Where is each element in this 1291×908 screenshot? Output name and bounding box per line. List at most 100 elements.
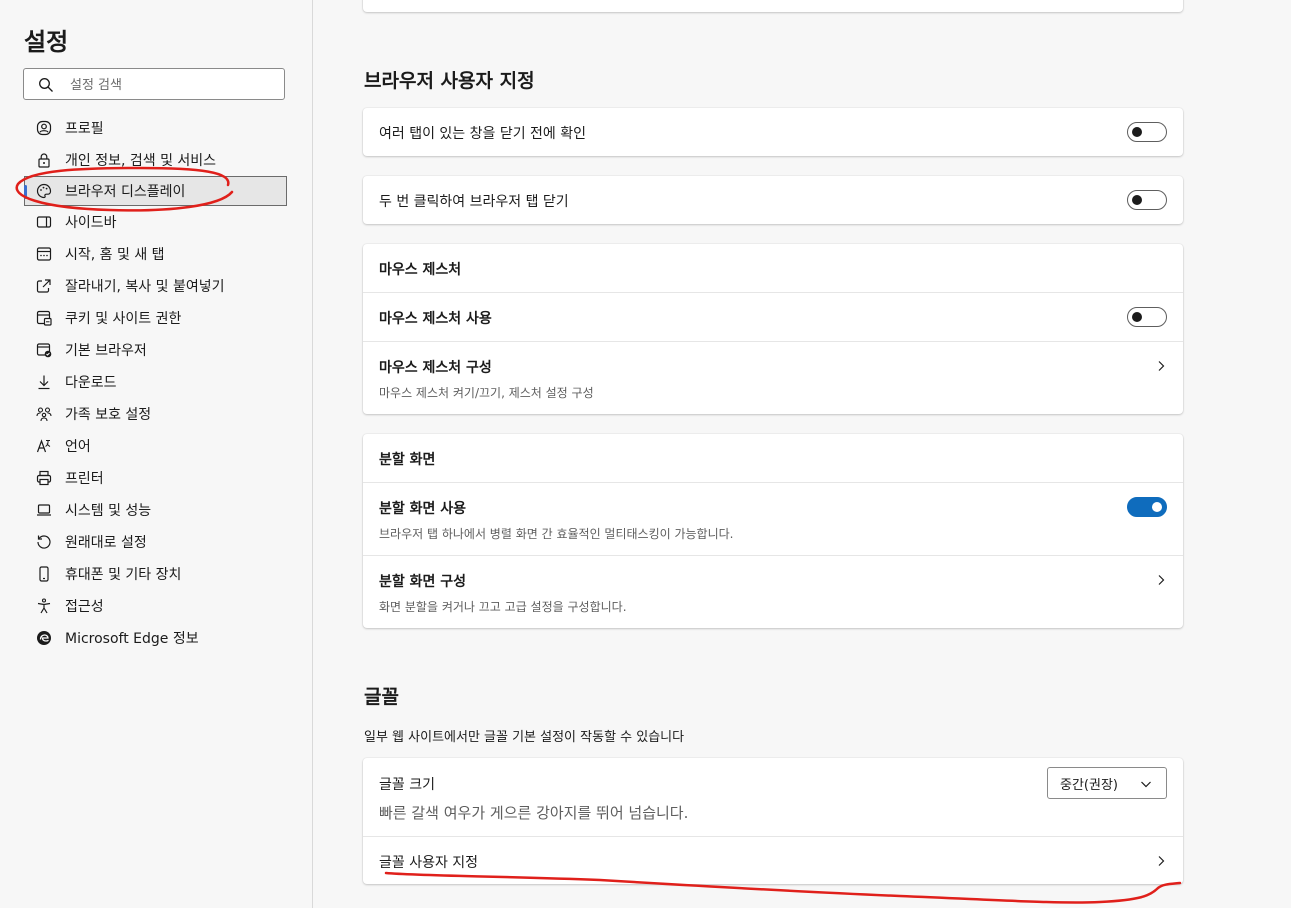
reset-icon — [36, 534, 52, 550]
sidebar-item-privacy[interactable]: 개인 정보, 검색 및 서비스 — [0, 144, 312, 176]
sidebar-item-label: 개인 정보, 검색 및 서비스 — [65, 153, 217, 169]
fonts-title: 글꼴 — [364, 686, 399, 708]
split-screen-use-row: 분할 화면 사용 브라우저 탭 하나에서 병렬 화면 간 효율적인 멀티태스킹이… — [363, 482, 1183, 555]
fonts-card: 글꼴 크기 빠른 갈색 여우가 게으른 강아지를 뛰어 넘습니다. 중간(권장)… — [363, 758, 1183, 884]
mouse-gesture-use-label: 마우스 제스처 사용 — [379, 311, 492, 327]
sidebar-item-label: 원래대로 설정 — [65, 535, 147, 551]
sidebar-item-default-browser[interactable]: 기본 브라우저 — [0, 334, 312, 366]
split-screen-use-desc: 브라우저 탭 하나에서 병렬 화면 간 효율적인 멀티태스킹이 가능합니다. — [379, 527, 734, 541]
double-click-toggle[interactable] — [1127, 190, 1167, 210]
sidebar-item-label: 쿠키 및 사이트 권한 — [65, 311, 182, 327]
split-screen-use-label: 분할 화면 사용 — [379, 501, 467, 517]
sidebar-item-sidebar[interactable]: 사이드바 — [0, 206, 312, 238]
phone-icon — [36, 566, 52, 582]
split-screen-header-row: 분할 화면 — [363, 434, 1183, 482]
mouse-gesture-toggle[interactable] — [1127, 307, 1167, 327]
sidebar-item-cookies[interactable]: 쿠키 및 사이트 권한 — [0, 302, 312, 334]
font-size-label: 글꼴 크기 — [379, 777, 435, 793]
previous-card — [363, 0, 1183, 12]
font-size-select-value: 중간(권장) — [1060, 777, 1118, 793]
sidebar-item-label: 프로필 — [65, 121, 104, 137]
family-icon — [36, 406, 52, 422]
accessibility-icon — [36, 598, 52, 614]
sidebar-item-label: 기본 브라우저 — [65, 343, 147, 359]
fonts-note: 일부 웹 사이트에서만 글꼴 기본 설정이 작동할 수 있습니다 — [364, 730, 685, 745]
sidebar-item-profile[interactable]: 프로필 — [0, 112, 312, 144]
sidebar-item-label: 접근성 — [65, 599, 104, 615]
sidebar-item-system[interactable]: 시스템 및 성능 — [0, 494, 312, 526]
sidebar-item-label: 브라우저 디스플레이 — [65, 184, 186, 200]
language-icon — [36, 438, 52, 454]
profile-icon — [36, 120, 52, 136]
sidebar-item-label: 시스템 및 성능 — [65, 503, 152, 519]
toggle-knob — [1132, 195, 1142, 205]
toggle-knob — [1132, 312, 1142, 322]
double-click-card: 두 번 클릭하여 브라우저 탭 닫기 — [363, 176, 1183, 224]
download-icon — [36, 374, 52, 390]
default-browser-icon — [36, 342, 52, 358]
sidebar-icon — [36, 214, 52, 230]
chevron-right-icon[interactable] — [1155, 855, 1167, 867]
double-click-row: 두 번 클릭하여 브라우저 탭 닫기 — [363, 176, 1183, 224]
sidebar-item-browser-display[interactable]: 브라우저 디스플레이 — [24, 176, 287, 206]
sidebar-item-phone[interactable]: 휴대폰 및 기타 장치 — [0, 558, 312, 590]
search-icon — [39, 78, 53, 92]
home-tab-icon — [36, 246, 52, 262]
sidebar-item-about[interactable]: Microsoft Edge 정보 — [0, 622, 312, 654]
search-input[interactable] — [68, 74, 272, 96]
split-screen-configure-desc: 화면 분할을 켜거나 끄고 고급 설정을 구성합니다. — [379, 600, 627, 614]
sidebar-item-downloads[interactable]: 다운로드 — [0, 366, 312, 398]
printer-icon — [36, 470, 52, 486]
split-screen-configure-row[interactable]: 분할 화면 구성 화면 분할을 켜거나 끄고 고급 설정을 구성합니다. — [363, 555, 1183, 628]
mouse-gesture-header-row: 마우스 제스처 — [363, 244, 1183, 292]
toggle-knob — [1132, 127, 1142, 137]
confirm-close-row: 여러 탭이 있는 창을 닫기 전에 확인 — [363, 108, 1183, 156]
sidebar-item-printers[interactable]: 프린터 — [0, 462, 312, 494]
search-box[interactable] — [23, 68, 285, 100]
split-screen-configure-label: 분할 화면 구성 — [379, 574, 467, 590]
cookie-icon — [36, 310, 52, 326]
sidebar-item-reset[interactable]: 원래대로 설정 — [0, 526, 312, 558]
mouse-gesture-header: 마우스 제스처 — [379, 262, 462, 278]
sidebar-item-accessibility[interactable]: 접근성 — [0, 590, 312, 622]
mouse-gesture-configure-desc: 마우스 제스처 켜기/끄기, 제스처 설정 구성 — [379, 386, 594, 400]
split-screen-header: 분할 화면 — [379, 452, 436, 468]
sidebar-item-start-home[interactable]: 시작, 홈 및 새 탭 — [0, 238, 312, 270]
font-customize-row[interactable]: 글꼴 사용자 지정 — [363, 836, 1183, 884]
sidebar-item-label: 잘라내기, 복사 및 붙여넣기 — [65, 279, 225, 295]
mouse-gesture-configure-label: 마우스 제스처 구성 — [379, 360, 492, 376]
main-content: 브라우저 사용자 지정 여러 탭이 있는 창을 닫기 전에 확인 두 번 클릭하… — [313, 0, 1291, 908]
sidebar-nav: 프로필 개인 정보, 검색 및 서비스 브라우저 디스플레이 사이드바 시작, … — [0, 112, 312, 654]
mouse-gesture-configure-row[interactable]: 마우스 제스처 구성 마우스 제스처 켜기/끄기, 제스처 설정 구성 — [363, 341, 1183, 414]
split-screen-card: 분할 화면 분할 화면 사용 브라우저 탭 하나에서 병렬 화면 간 효율적인 … — [363, 434, 1183, 628]
sidebar-item-label: 사이드바 — [65, 215, 117, 231]
chevron-right-icon[interactable] — [1155, 360, 1167, 372]
font-size-select[interactable]: 중간(권장) — [1047, 767, 1167, 799]
sidebar-item-label: 언어 — [65, 439, 91, 455]
sidebar-item-label: 프린터 — [65, 471, 104, 487]
sidebar-item-family[interactable]: 가족 보호 설정 — [0, 398, 312, 430]
font-size-row: 글꼴 크기 빠른 갈색 여우가 게으른 강아지를 뛰어 넘습니다. 중간(권장) — [363, 758, 1183, 836]
sidebar-item-clipboard[interactable]: 잘라내기, 복사 및 붙여넣기 — [0, 270, 312, 302]
lock-icon — [36, 152, 52, 168]
mouse-gesture-use-row: 마우스 제스처 사용 — [363, 292, 1183, 341]
sidebar-item-label: Microsoft Edge 정보 — [65, 631, 199, 647]
sidebar: 설정 프로필 개인 정보, 검색 및 서비스 브라우저 디스플레이 — [0, 0, 313, 908]
palette-icon — [36, 183, 52, 199]
chevron-down-icon — [1141, 781, 1151, 788]
settings-title: 설정 — [24, 28, 69, 56]
sidebar-item-label: 다운로드 — [65, 375, 117, 391]
laptop-icon — [36, 502, 52, 518]
confirm-close-label: 여러 탭이 있는 창을 닫기 전에 확인 — [379, 126, 587, 142]
sidebar-item-languages[interactable]: 언어 — [0, 430, 312, 462]
sidebar-item-label: 가족 보호 설정 — [65, 407, 152, 423]
confirm-close-toggle[interactable] — [1127, 122, 1167, 142]
toggle-knob — [1152, 502, 1162, 512]
chevron-right-icon[interactable] — [1155, 574, 1167, 586]
mouse-gesture-card: 마우스 제스처 마우스 제스처 사용 마우스 제스처 구성 마우스 제스처 켜기… — [363, 244, 1183, 414]
browser-customization-title: 브라우저 사용자 지정 — [364, 70, 535, 92]
font-customize-label: 글꼴 사용자 지정 — [379, 855, 479, 871]
double-click-label: 두 번 클릭하여 브라우저 탭 닫기 — [379, 194, 569, 210]
sidebar-item-label: 휴대폰 및 기타 장치 — [65, 567, 182, 583]
split-screen-toggle[interactable] — [1127, 497, 1167, 517]
